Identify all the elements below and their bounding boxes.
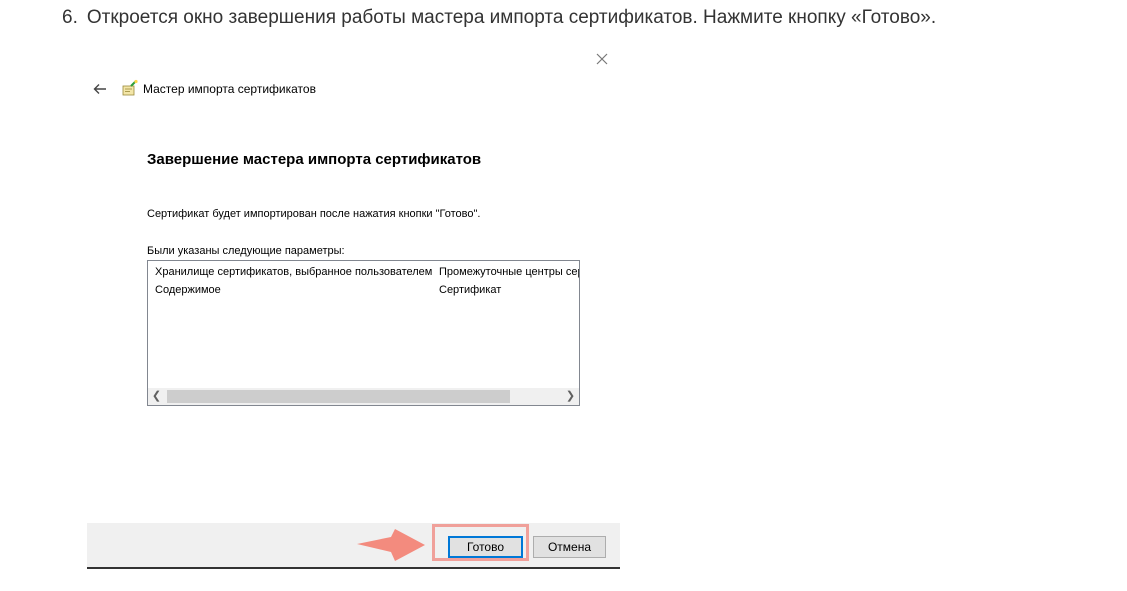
list-item[interactable]: Хранилище сертификатов, выбранное пользо…: [148, 264, 579, 282]
param-name: Хранилище сертификатов, выбранное пользо…: [155, 266, 433, 278]
step-number: 6.: [62, 7, 78, 28]
wizard-title: Мастер импорта сертификатов: [143, 82, 316, 96]
cancel-button[interactable]: Отмена: [533, 536, 606, 558]
param-value: Промежуточные центры сертификации: [439, 266, 579, 278]
scroll-left-icon[interactable]: ❮: [148, 388, 165, 405]
certificate-import-wizard-dialog: Мастер импорта сертификатов Завершение м…: [87, 40, 620, 570]
param-name: Содержимое: [155, 284, 221, 296]
param-value: Сертификат: [439, 284, 502, 296]
page-title: Завершение мастера импорта сертификатов: [147, 151, 482, 168]
params-label: Были указаны следующие параметры:: [147, 245, 345, 257]
scrollbar-thumb[interactable]: [167, 390, 510, 403]
scroll-right-icon[interactable]: ❯: [562, 388, 579, 405]
instruction-step: 6. Откроется окно завершения работы маст…: [62, 5, 936, 31]
list-item[interactable]: Содержимое Сертификат: [148, 282, 579, 300]
step-text: Откроется окно завершения работы мастера…: [86, 7, 937, 28]
finish-button-highlight: [432, 524, 529, 561]
horizontal-scrollbar[interactable]: ❮ ❯: [148, 388, 579, 405]
back-arrow-icon[interactable]: [92, 81, 108, 97]
params-listbox[interactable]: Хранилище сертификатов, выбранное пользо…: [147, 260, 580, 406]
description-text: Сертификат будет импортирован после нажа…: [147, 208, 481, 220]
dialog-footer: Готово Отмена: [87, 523, 620, 569]
certificate-wizard-icon: [122, 79, 138, 96]
close-icon[interactable]: [594, 51, 610, 67]
pointer-arrow-icon: [357, 529, 425, 561]
